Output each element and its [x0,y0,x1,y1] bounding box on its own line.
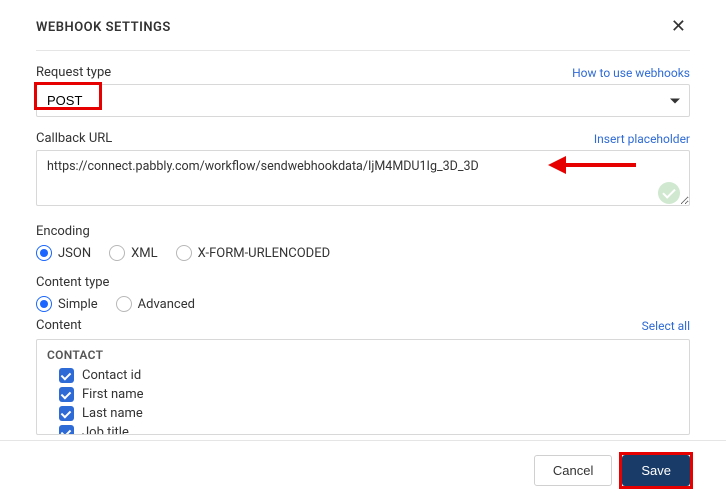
callback-url-input[interactable] [36,150,690,206]
valid-check-icon [658,182,680,204]
checkbox-label: Last name [82,406,143,421]
content-checkbox-item[interactable]: Last name [47,404,679,423]
radio-label: JSON [58,246,91,261]
content-type-label: Content type [36,275,690,290]
select-all-link[interactable]: Select all [642,319,690,333]
request-type-header: Request type How to use webhooks [36,65,690,80]
encoding-label: Encoding [36,224,690,239]
encoding-radio[interactable]: JSON [36,245,91,261]
content-type-radio[interactable]: Advanced [116,296,195,312]
callback-label: Callback URL [36,131,112,146]
content-checkbox-item[interactable]: Contact id [47,366,679,385]
close-icon[interactable]: ✕ [667,14,690,40]
modal-header: WEBHOOK SETTINGS ✕ [0,0,726,50]
checkbox-label: Contact id [82,368,141,383]
encoding-radio[interactable]: X-FORM-URLENCODED [176,245,331,261]
modal-title: WEBHOOK SETTINGS [36,20,171,35]
check-icon [59,406,74,421]
how-to-use-link[interactable]: How to use webhooks [572,66,690,80]
checkbox-label: Job title [82,425,129,435]
radio-icon [36,296,52,312]
cancel-button[interactable]: Cancel [534,455,612,486]
encoding-radio-group: JSON XML X-FORM-URLENCODED [36,245,690,261]
callback-wrap [36,150,690,210]
encoding-radio[interactable]: XML [109,245,158,261]
check-icon [59,387,74,402]
radio-label: XML [131,246,158,261]
radio-label: Simple [58,297,98,312]
radio-icon [109,245,125,261]
content-header: Content Select all [36,318,690,333]
check-icon [59,368,74,383]
radio-icon [116,296,132,312]
save-button-label: Save [641,463,671,478]
content-list[interactable]: CONTACT Contact id First name Last name Job… [36,339,690,435]
content-checkbox-item[interactable]: First name [47,385,679,404]
radio-icon [176,245,192,261]
content-label: Content [36,318,82,333]
radio-label: Advanced [138,297,195,312]
check-icon [59,425,74,435]
insert-placeholder-link[interactable]: Insert placeholder [594,132,690,146]
content-checkbox-item[interactable]: Job title [47,423,679,435]
webhook-settings-modal: WEBHOOK SETTINGS ✕ Request type How to u… [0,0,726,500]
checkbox-label: First name [82,387,143,402]
request-type-label: Request type [36,65,111,80]
save-button[interactable]: Save [622,455,690,486]
content-type-radio-group: Simple Advanced [36,296,690,312]
request-type-select-wrap: POST [36,84,690,117]
callback-header: Callback URL Insert placeholder [36,131,690,146]
request-type-select[interactable]: POST [36,84,690,117]
radio-icon [36,245,52,261]
content-group-title: CONTACT [47,348,679,362]
modal-footer: Cancel Save [0,440,726,500]
content-type-radio[interactable]: Simple [36,296,98,312]
radio-label: X-FORM-URLENCODED [198,246,331,261]
modal-body: Request type How to use webhooks POST Ca… [0,51,726,435]
